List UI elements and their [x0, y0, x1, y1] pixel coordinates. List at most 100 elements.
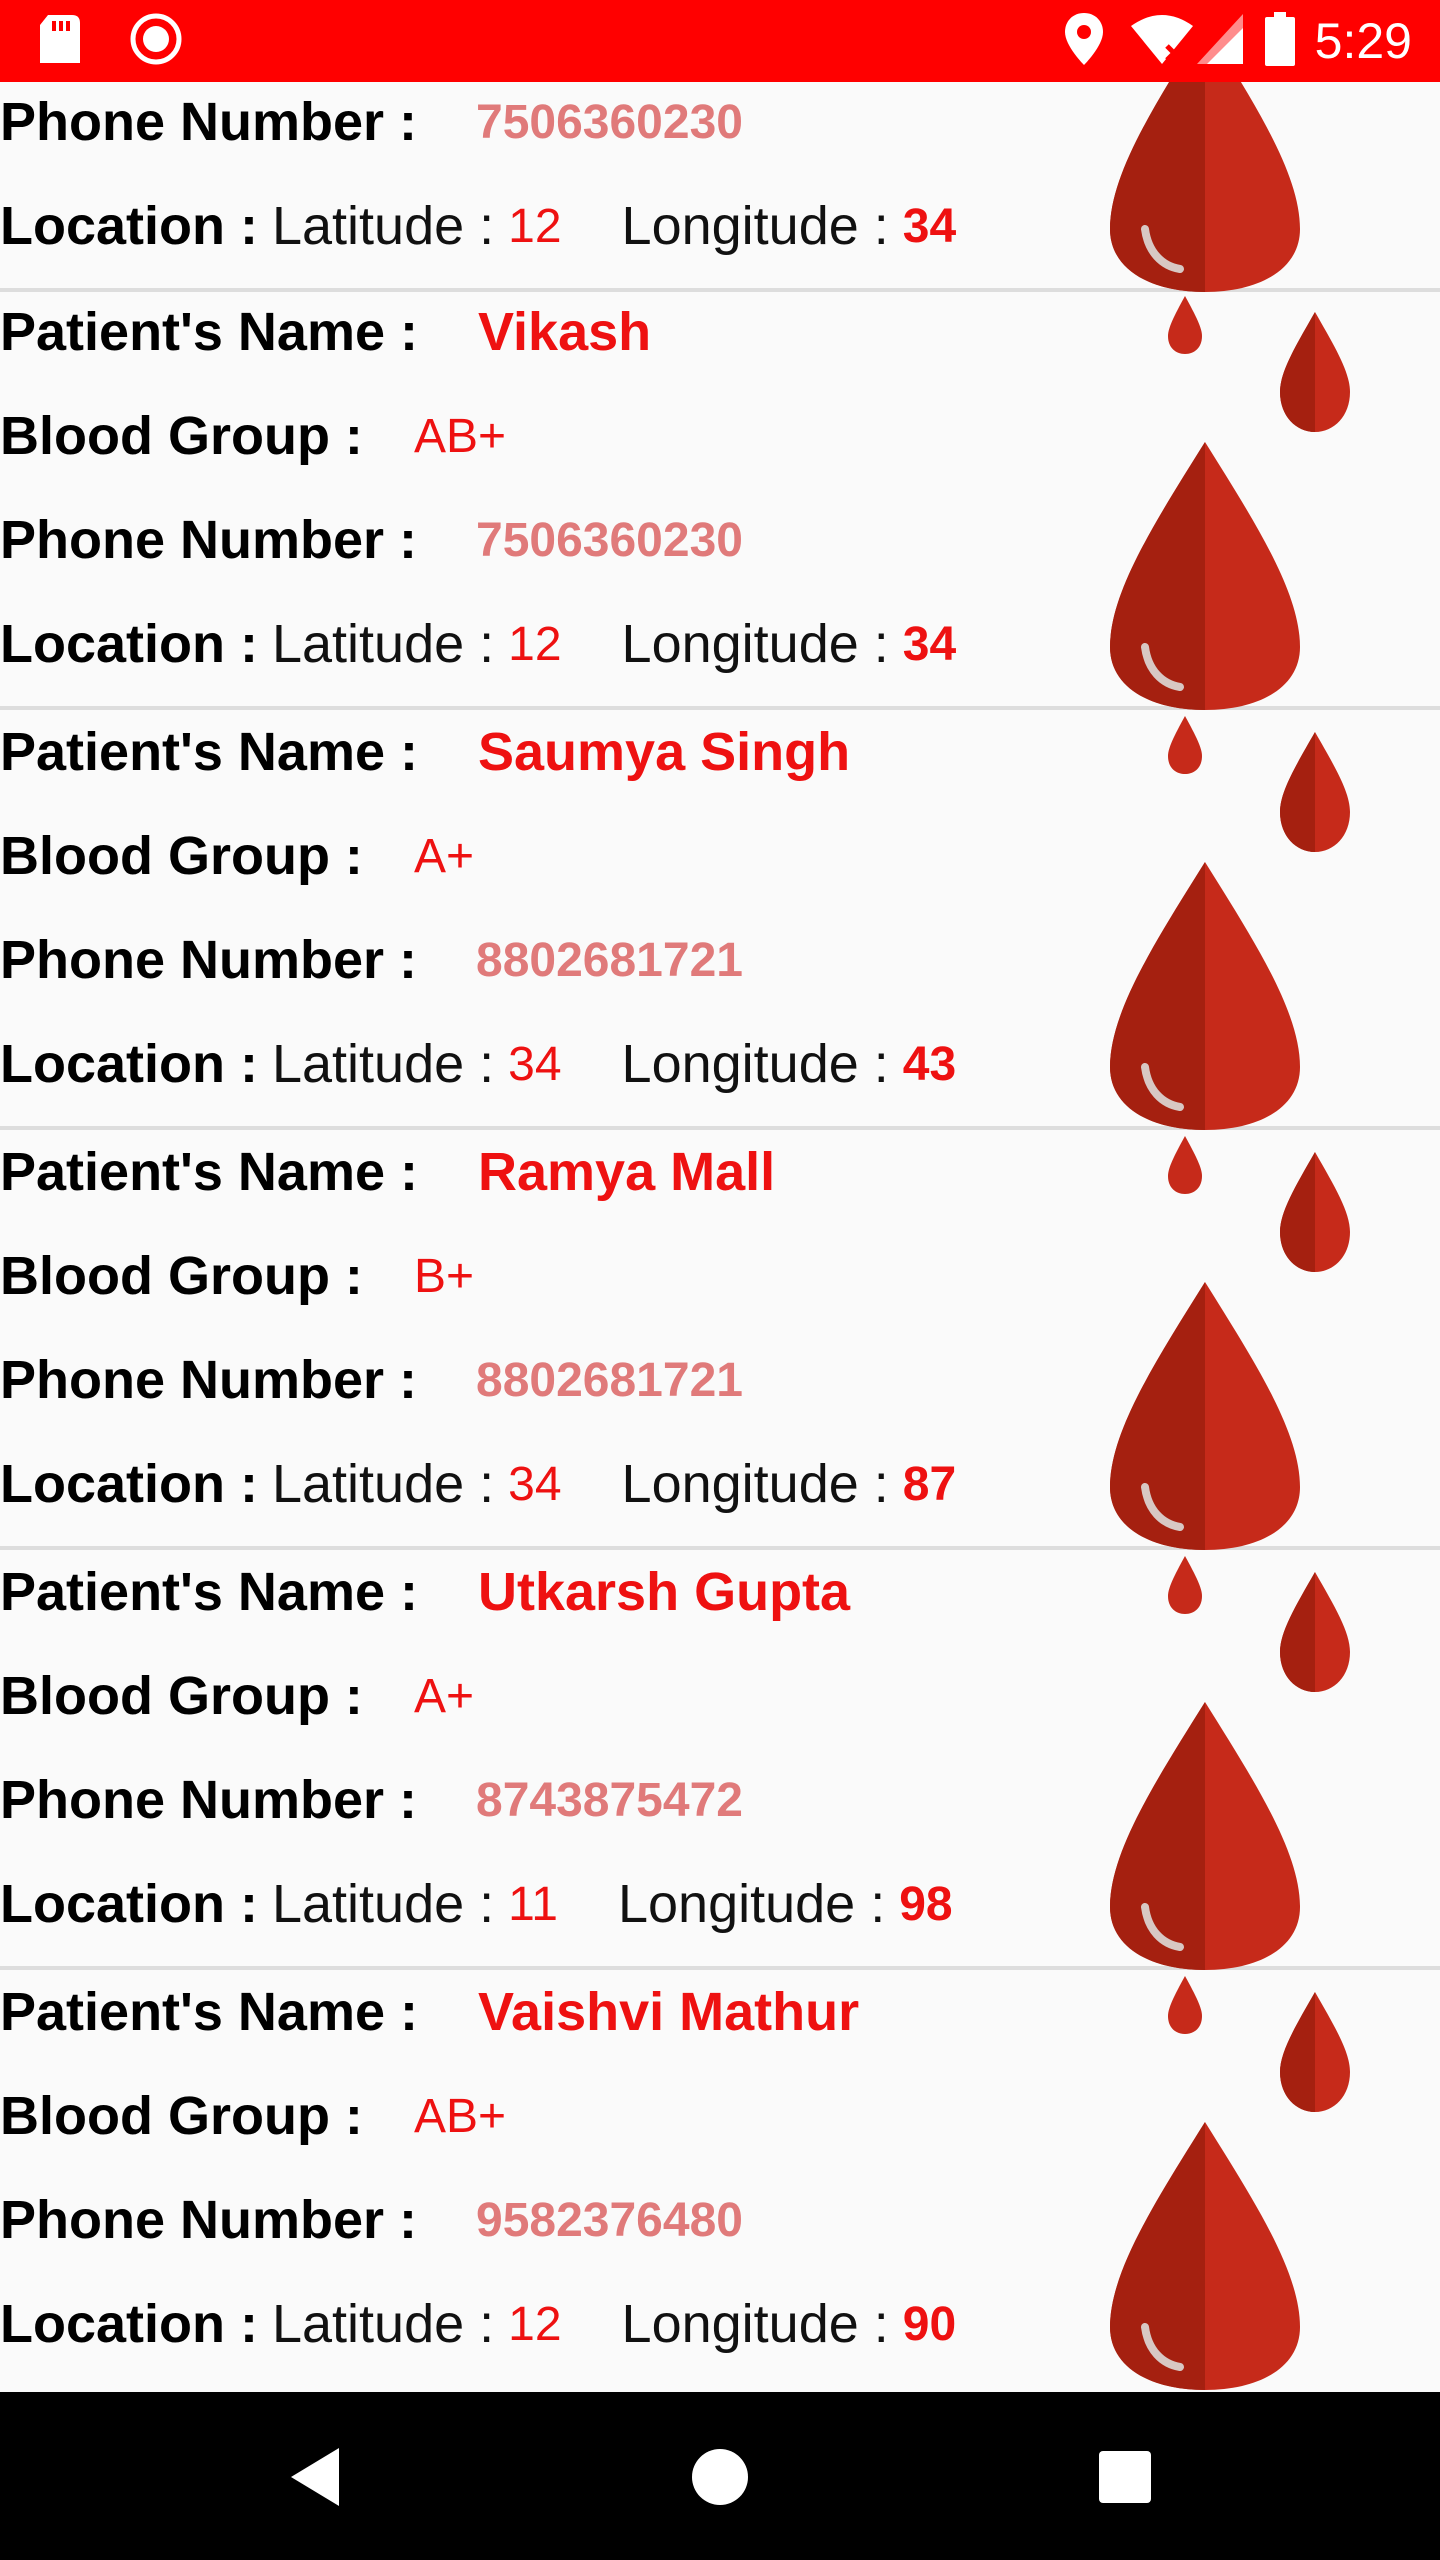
longitude-value: 43: [902, 1037, 957, 1091]
phone-value: 9582376480: [476, 2193, 743, 2247]
request-card-partial[interactable]: Phone Number : 7506360230 Location : Lat…: [0, 82, 1440, 292]
latitude-value: 12: [508, 199, 562, 253]
phone-value: 7506360230: [476, 513, 743, 567]
blood-group-label: Blood Group :: [0, 826, 363, 886]
phone-label: Phone Number :: [0, 2190, 418, 2250]
status-bar: 5:29: [0, 0, 1440, 82]
blood-group-label: Blood Group :: [0, 2086, 363, 2146]
wifi-icon: [1130, 14, 1193, 69]
blood-request-list[interactable]: Phone Number : 7506360230 Location : Lat…: [0, 82, 1440, 2392]
sd-card-icon: [40, 14, 80, 68]
blood-group-row: Blood Group : B+: [0, 1236, 1100, 1316]
longitude-label: Longitude :: [617, 1874, 886, 1934]
latitude-label: Latitude :: [271, 614, 495, 674]
blood-group-value: B+: [414, 1249, 475, 1303]
request-card[interactable]: Patient's Name : Ramya Mall Blood Group …: [0, 1132, 1440, 1550]
location-label: Location :: [0, 614, 258, 674]
blood-group-row: Blood Group : AB+: [0, 2076, 1100, 2156]
blood-group-value: AB+: [414, 2089, 507, 2143]
phone-row: Phone Number : 7506360230: [0, 82, 1100, 162]
recents-icon[interactable]: [1090, 2442, 1160, 2512]
longitude-value: 98: [899, 1877, 953, 1931]
latitude-label: Latitude :: [271, 2294, 495, 2354]
blood-drops-icon: [1110, 296, 1350, 710]
patient-name-label: Patient's Name :: [0, 302, 418, 362]
patient-name-value: Ramya Mall: [478, 1142, 776, 1202]
blood-group-value: AB+: [414, 409, 507, 463]
longitude-label: Longitude :: [621, 614, 889, 674]
location-icon: [1064, 12, 1103, 70]
phone-label: Phone Number :: [0, 1350, 418, 1410]
location-row: Location : Latitude : 34 Longitude : 43: [0, 1024, 956, 1104]
status-time: 5:29: [1314, 13, 1412, 69]
patient-name-row: Patient's Name : Vaishvi Mathur: [0, 1972, 1100, 2052]
blood-group-value: A+: [414, 829, 475, 883]
blood-group-label: Blood Group :: [0, 1246, 363, 1306]
longitude-value: 87: [902, 1457, 957, 1511]
phone-value: 8743875472: [476, 1773, 743, 1827]
request-card[interactable]: Patient's Name : Vaishvi Mathur Blood Gr…: [0, 1972, 1440, 2390]
location-label: Location :: [0, 1454, 258, 1514]
phone-value: 8802681721: [476, 933, 743, 987]
request-card[interactable]: Patient's Name : Utkarsh Gupta Blood Gro…: [0, 1552, 1440, 1970]
latitude-label: Latitude :: [271, 196, 495, 256]
latitude-value: 34: [508, 1457, 562, 1511]
phone-value: 8802681721: [476, 1353, 743, 1407]
location-row: Location : Latitude : 11 Longitude : 98: [0, 1864, 953, 1944]
patient-name-label: Patient's Name :: [0, 1562, 418, 1622]
request-card[interactable]: Patient's Name : Saumya Singh Blood Grou…: [0, 712, 1440, 1130]
blood-group-row: Blood Group : A+: [0, 1656, 1100, 1736]
latitude-value: 34: [508, 1037, 562, 1091]
blood-group-row: Blood Group : AB+: [0, 396, 1100, 476]
phone-label: Phone Number :: [0, 1770, 418, 1830]
longitude-value: 34: [902, 199, 957, 253]
phone-value: 7506360230: [476, 95, 743, 149]
location-label: Location :: [0, 1034, 258, 1094]
longitude-label: Longitude :: [621, 1034, 889, 1094]
signal-icon: [1196, 13, 1243, 69]
patient-name-value: Vaishvi Mathur: [478, 1982, 860, 2042]
phone-row: Phone Number : 9582376480: [0, 2180, 1100, 2260]
phone-label: Phone Number :: [0, 92, 418, 152]
phone-label: Phone Number :: [0, 510, 418, 570]
location-row: Location : Latitude : 12 Longitude : 34: [0, 186, 956, 266]
phone-row: Phone Number : 8802681721: [0, 1340, 1100, 1420]
latitude-label: Latitude :: [271, 1874, 495, 1934]
latitude-value: 11: [508, 1877, 558, 1931]
record-icon: [130, 13, 182, 70]
blood-drops-icon: [1110, 1556, 1350, 1970]
patient-name-row: Patient's Name : Utkarsh Gupta: [0, 1552, 1100, 1632]
phone-row: Phone Number : 7506360230: [0, 500, 1100, 580]
location-label: Location :: [0, 196, 258, 256]
back-icon[interactable]: [280, 2442, 350, 2512]
location-row: Location : Latitude : 34 Longitude : 87: [0, 1444, 956, 1524]
patient-name-row: Patient's Name : Saumya Singh: [0, 712, 1100, 792]
blood-group-label: Blood Group :: [0, 1666, 363, 1726]
patient-name-row: Patient's Name : Vikash: [0, 292, 1100, 372]
blood-drops-icon: [1110, 1136, 1350, 1550]
location-label: Location :: [0, 2294, 258, 2354]
latitude-value: 12: [508, 617, 562, 671]
longitude-label: Longitude :: [621, 196, 889, 256]
latitude-label: Latitude :: [271, 1034, 495, 1094]
phone-row: Phone Number : 8802681721: [0, 920, 1100, 1000]
patient-name-value: Utkarsh Gupta: [478, 1562, 851, 1622]
phone-row: Phone Number : 8743875472: [0, 1760, 1100, 1840]
navigation-bar: [0, 2392, 1440, 2560]
blood-group-value: A+: [414, 1669, 475, 1723]
home-icon[interactable]: [685, 2442, 755, 2512]
latitude-value: 12: [508, 2297, 562, 2351]
patient-name-value: Vikash: [478, 302, 652, 362]
patient-name-row: Patient's Name : Ramya Mall: [0, 1132, 1100, 1212]
location-label: Location :: [0, 1874, 258, 1934]
blood-group-label: Blood Group :: [0, 406, 363, 466]
location-row: Location : Latitude : 12 Longitude : 34: [0, 604, 956, 684]
longitude-label: Longitude :: [621, 1454, 889, 1514]
latitude-label: Latitude :: [271, 1454, 495, 1514]
location-row: Location : Latitude : 12 Longitude : 90: [0, 2284, 956, 2364]
blood-drops-icon: [1110, 1976, 1350, 2390]
patient-name-label: Patient's Name :: [0, 1982, 418, 2042]
request-card[interactable]: Patient's Name : Vikash Blood Group : AB…: [0, 292, 1440, 710]
patient-name-label: Patient's Name :: [0, 1142, 418, 1202]
blood-group-row: Blood Group : A+: [0, 816, 1100, 896]
